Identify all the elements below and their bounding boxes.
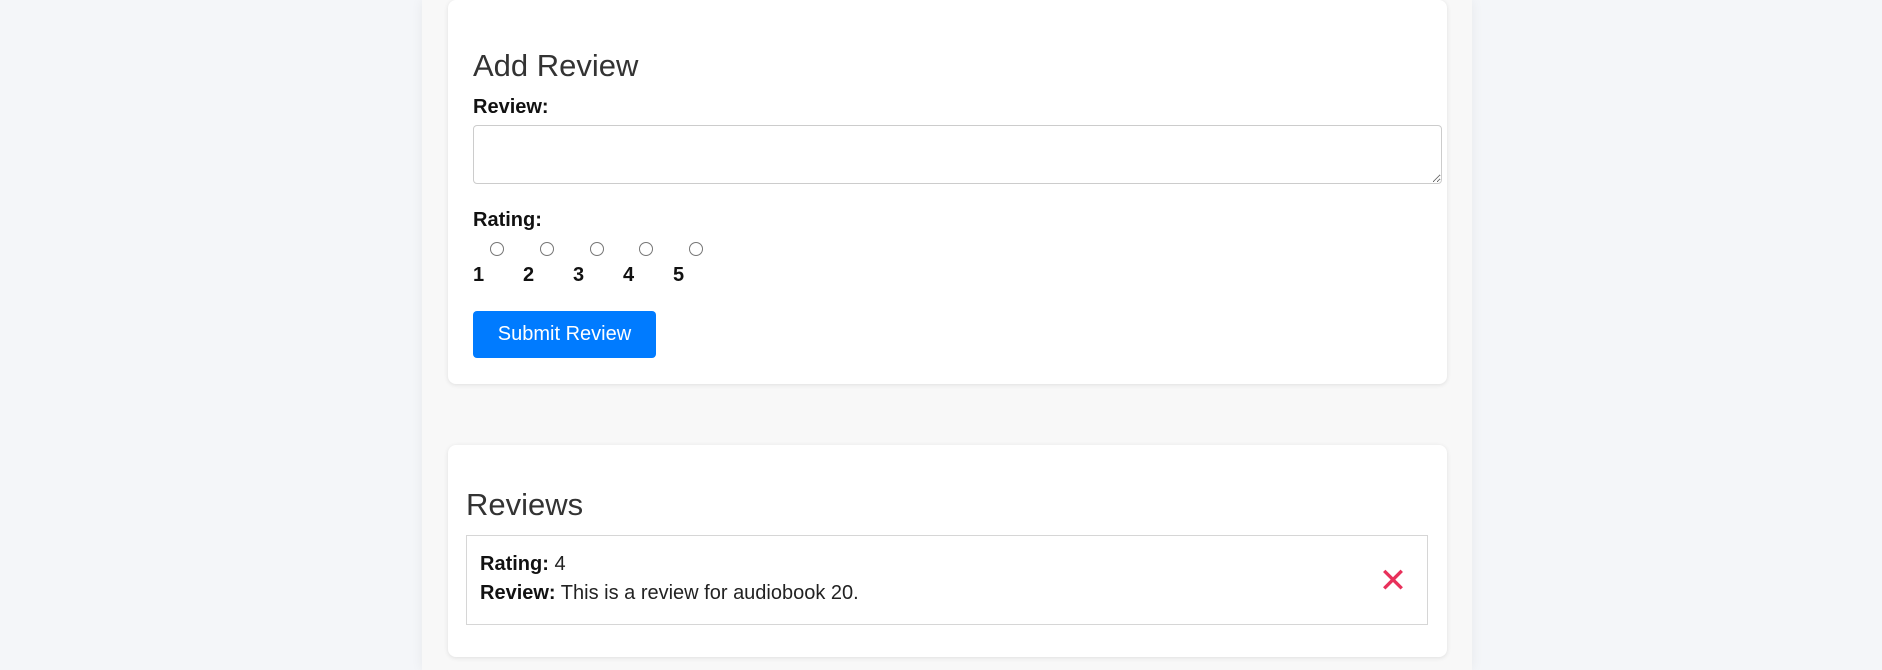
- rating-option-label: 3: [573, 264, 585, 286]
- review-rating-label: Rating:: [480, 553, 549, 575]
- rating-option-label: 2: [523, 264, 535, 286]
- close-icon: ✕: [1378, 562, 1408, 600]
- rating-option-label: 1: [473, 264, 485, 286]
- rating-option-label: 4: [623, 264, 635, 286]
- rating-radio-3[interactable]: [590, 242, 604, 256]
- delete-review-button[interactable]: ✕: [1378, 564, 1408, 598]
- review-text-line: Review: This is a review for audiobook 2…: [480, 582, 859, 605]
- rating-option-label: 5: [673, 264, 685, 286]
- review-rating-line: Rating: 4: [480, 553, 566, 576]
- review-rating-value: 4: [554, 553, 566, 575]
- rating-radio-1[interactable]: [490, 242, 504, 256]
- rating-label: Rating:: [473, 209, 542, 231]
- rating-radio-4[interactable]: [639, 242, 653, 256]
- reviews-title: Reviews: [466, 487, 584, 522]
- rating-radio-2[interactable]: [540, 242, 554, 256]
- review-label: Review:: [473, 96, 549, 118]
- rating-radio-5[interactable]: [689, 242, 703, 256]
- add-review-title: Add Review: [473, 48, 639, 83]
- review-text: This is a review for audiobook 20.: [560, 582, 859, 604]
- review-textarea[interactable]: [473, 125, 1442, 184]
- review-item: [466, 535, 1428, 625]
- submit-review-button[interactable]: Submit Review: [473, 311, 656, 358]
- review-text-label: Review:: [480, 582, 556, 604]
